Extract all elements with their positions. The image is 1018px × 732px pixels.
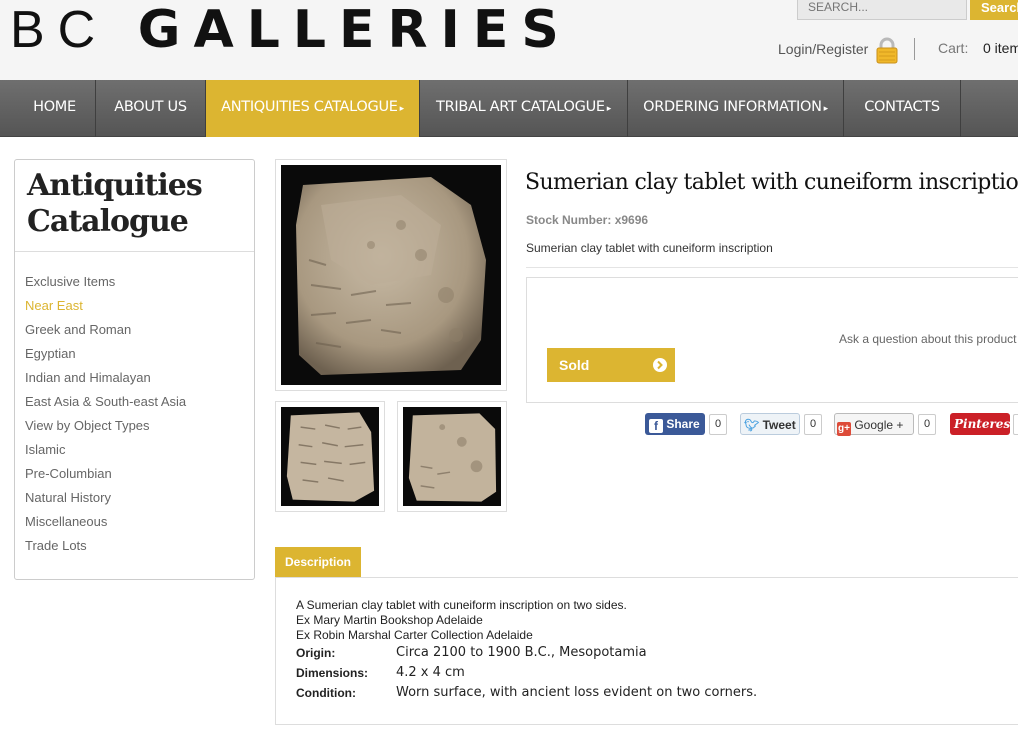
- stock-value: x9696: [614, 213, 649, 227]
- dimensions-value: 4.2 x 4 cm: [396, 665, 465, 680]
- google-plus-label: Google +: [854, 418, 904, 432]
- cart-label: Cart:: [938, 40, 969, 56]
- search-input[interactable]: [797, 0, 967, 20]
- nav-label: CONTACTS: [864, 99, 940, 115]
- facebook-share-label: Share: [666, 417, 700, 431]
- dimensions-label: Dimensions:: [296, 666, 369, 680]
- product-thumbnail-2[interactable]: [397, 401, 507, 512]
- header-divider: [914, 38, 915, 60]
- nav-label: ANTIQUITIES CATALOGUE: [221, 99, 398, 115]
- divider: [526, 267, 1018, 268]
- stock-number: Stock Number: x9696: [526, 213, 648, 227]
- sidebar-item-greek-and-roman[interactable]: Greek and Roman: [15, 322, 254, 346]
- nav-label: ORDERING INFORMATION: [643, 99, 822, 115]
- tab-description[interactable]: Description: [275, 547, 361, 577]
- sidebar-item-islamic[interactable]: Islamic: [15, 442, 254, 466]
- google-plus-count: 0: [918, 414, 936, 435]
- cart-count[interactable]: 0 items: [983, 40, 1018, 56]
- caret-right-icon: ▸: [399, 104, 405, 114]
- site-logo[interactable]: BC GALLERIES: [10, 2, 572, 58]
- product-title: Sumerian clay tablet with cuneiform insc…: [525, 170, 1018, 195]
- nav-item-home[interactable]: HOME: [14, 80, 96, 137]
- sidebar-title: Antiquities Catalogue: [15, 160, 254, 252]
- facebook-share-button[interactable]: f Share: [645, 413, 705, 435]
- twitter-tweet-label: Tweet: [762, 418, 796, 432]
- twitter-tweet-count: 0: [804, 414, 822, 435]
- sidebar-list: Exclusive Items Near East Greek and Roma…: [15, 252, 254, 562]
- nav-item-tribal-art-catalogue[interactable]: TRIBAL ART CATALOGUE ▸: [420, 80, 628, 137]
- nav-item-about-us[interactable]: ABOUT US: [96, 80, 206, 137]
- caret-right-icon: ▸: [606, 104, 612, 114]
- sold-button[interactable]: Sold: [547, 348, 675, 382]
- product-short-description: Sumerian clay tablet with cuneiform insc…: [526, 241, 773, 255]
- sidebar-item-natural-history[interactable]: Natural History: [15, 490, 254, 514]
- description-line: Ex Mary Martin Bookshop Adelaide: [296, 613, 483, 627]
- category-sidebar: Antiquities Catalogue Exclusive Items Ne…: [14, 159, 255, 580]
- login-register-link[interactable]: Login/Register: [778, 41, 868, 57]
- google-plus-button[interactable]: g+ Google +: [834, 413, 914, 436]
- sidebar-item-exclusive-items[interactable]: Exclusive Items: [15, 274, 254, 298]
- arrow-circle-right-icon: [653, 358, 667, 372]
- nav-item-ordering-information[interactable]: ORDERING INFORMATION ▸: [628, 80, 844, 137]
- pinterest-label: Pinterest: [954, 417, 1016, 431]
- origin-label: Origin:: [296, 646, 336, 660]
- sidebar-item-pre-columbian[interactable]: Pre-Columbian: [15, 466, 254, 490]
- caret-right-icon: ▸: [823, 104, 829, 114]
- nav-item-contacts[interactable]: CONTACTS: [844, 80, 961, 137]
- pinterest-button[interactable]: Pinterest: [950, 413, 1016, 435]
- lock-icon[interactable]: [874, 36, 900, 64]
- site-header: BC GALLERIES Search Login/Register Cart:…: [0, 0, 1018, 80]
- facebook-share-count: 0: [709, 414, 727, 435]
- product-main-image[interactable]: [275, 159, 507, 391]
- twitter-icon: 🐦︎: [744, 418, 760, 432]
- nav-item-antiquities-catalogue[interactable]: ANTIQUITIES CATALOGUE ▸: [206, 80, 420, 137]
- nav-label: HOME: [33, 99, 76, 115]
- sold-label: Sold: [559, 357, 590, 373]
- origin-value: Circa 2100 to 1900 B.C., Mesopotamia: [396, 645, 647, 660]
- twitter-tweet-button[interactable]: 🐦︎ Tweet: [740, 413, 800, 435]
- description-line: A Sumerian clay tablet with cuneiform in…: [296, 598, 627, 612]
- facebook-icon: f: [649, 419, 663, 433]
- google-plus-icon: g+: [837, 422, 851, 436]
- logo-main: GALLERIES: [137, 0, 572, 60]
- search-button[interactable]: Search: [970, 0, 1018, 20]
- clay-tablet-photo: [281, 165, 501, 385]
- ask-question-link[interactable]: Ask a question about this product: [839, 332, 1016, 346]
- nav-label: TRIBAL ART CATALOGUE: [436, 99, 605, 115]
- main-nav: HOME ABOUT US ANTIQUITIES CATALOGUE ▸ TRI…: [0, 80, 1018, 137]
- pinterest-count: 0: [1013, 414, 1018, 435]
- nav-label: ABOUT US: [114, 99, 187, 115]
- sidebar-item-east-asia[interactable]: East Asia & South-east Asia: [15, 394, 254, 418]
- clay-tablet-thumbnail: [281, 407, 379, 506]
- product-thumbnail-1[interactable]: [275, 401, 385, 512]
- stock-label: Stock Number:: [526, 213, 612, 227]
- sidebar-item-trade-lots[interactable]: Trade Lots: [15, 538, 254, 562]
- logo-prefix: BC: [10, 1, 109, 59]
- sidebar-item-miscellaneous[interactable]: Miscellaneous: [15, 514, 254, 538]
- clay-tablet-thumbnail: [403, 407, 501, 506]
- sidebar-item-egyptian[interactable]: Egyptian: [15, 346, 254, 370]
- description-line: Ex Robin Marshal Carter Collection Adela…: [296, 628, 533, 642]
- condition-label: Condition:: [296, 686, 356, 700]
- condition-value: Worn surface, with ancient loss evident …: [396, 685, 758, 700]
- sidebar-item-near-east[interactable]: Near East: [15, 298, 254, 322]
- sidebar-item-object-types[interactable]: View by Object Types: [15, 418, 254, 442]
- sidebar-item-indian-and-himalayan[interactable]: Indian and Himalayan: [15, 370, 254, 394]
